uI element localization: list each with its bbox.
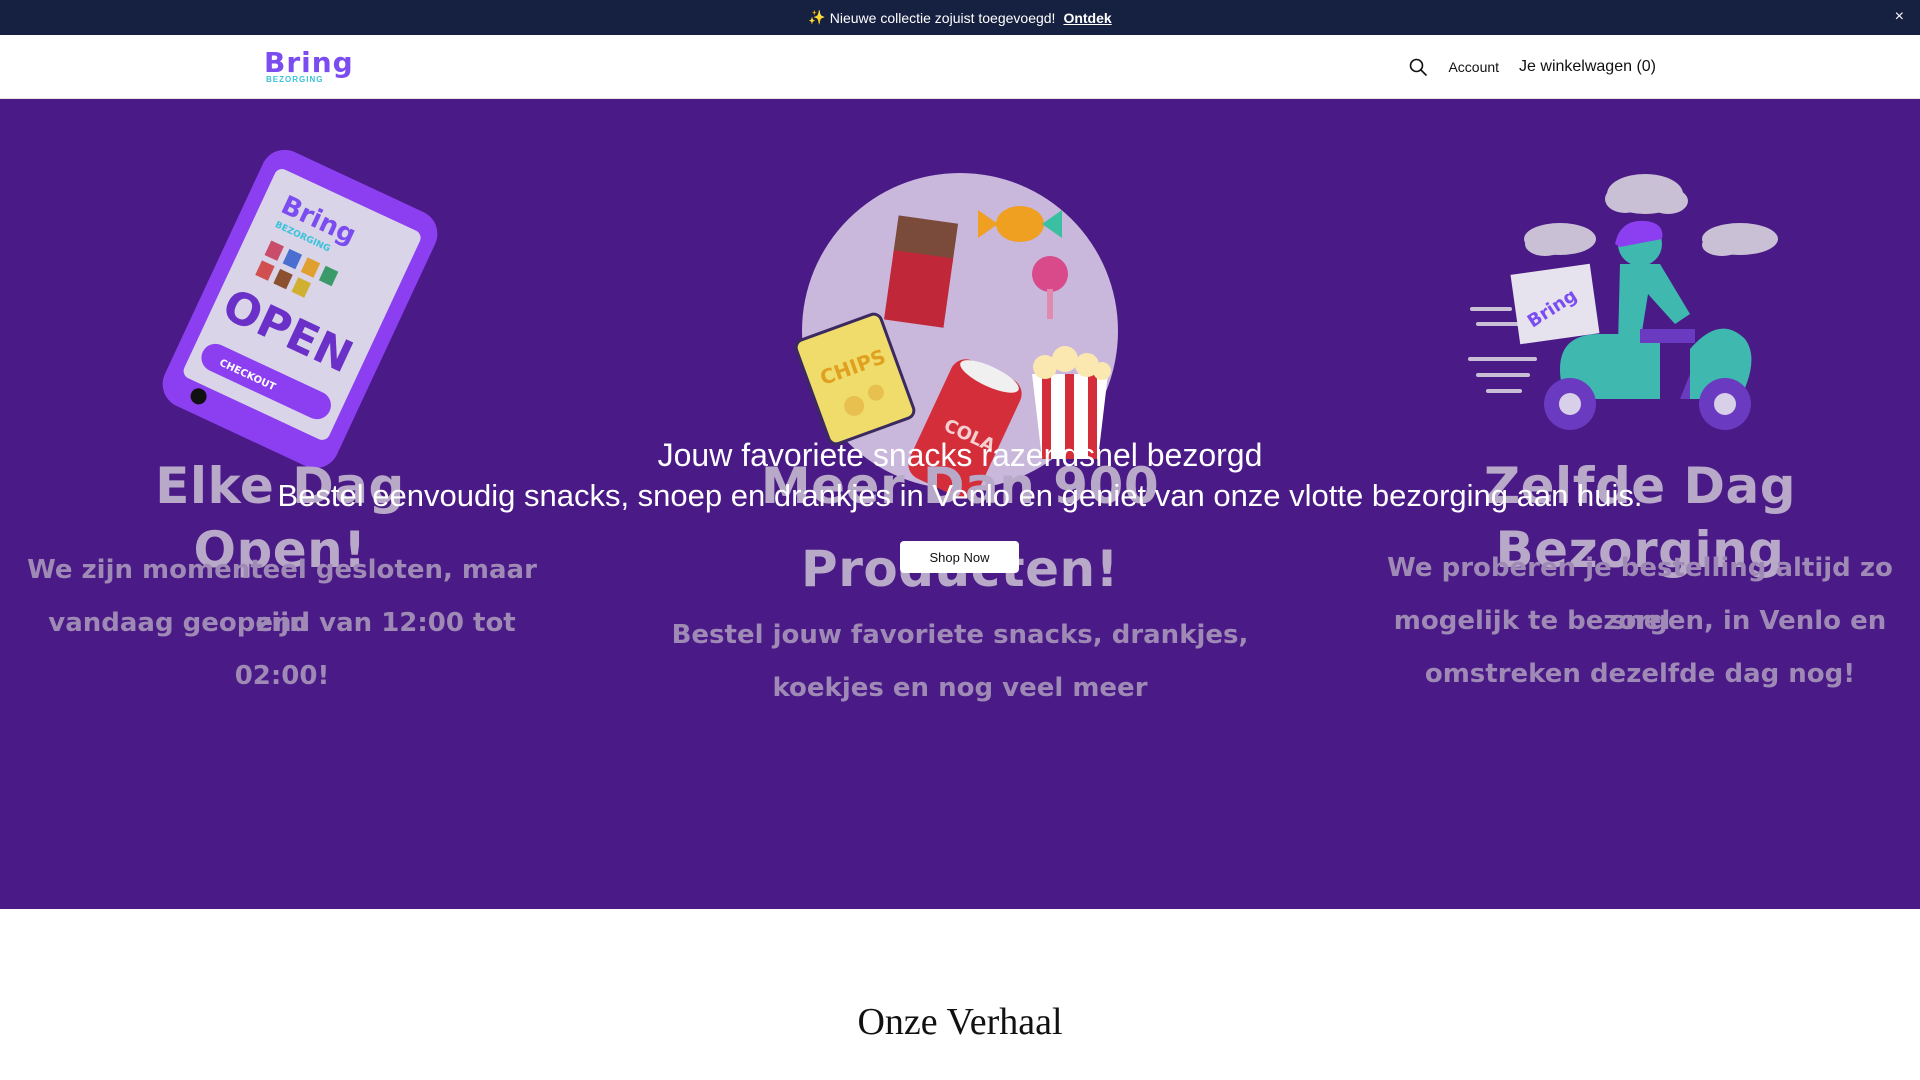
logo[interactable]: Bring BEZORGING <box>264 49 354 85</box>
header-actions: Account Je winkelwagen (0) <box>1408 35 1656 99</box>
close-icon[interactable]: × <box>1895 9 1904 25</box>
hero-subheading: Bestel eenvoudig snacks, snoep en drankj… <box>277 478 1643 513</box>
sparkle-icon: ✨ <box>808 9 826 25</box>
hero-heading: Jouw favoriete snacks razendsnel bezorgd <box>657 437 1263 473</box>
announcement-text: Nieuwe collectie zojuist toegevoegd! <box>829 9 1056 26</box>
logo-sub: BEZORGING <box>266 75 324 84</box>
shop-now-button[interactable]: Shop Now <box>900 541 1019 573</box>
account-link[interactable]: Account <box>1448 59 1499 75</box>
story-title: Onze Verhaal <box>857 1001 1063 1043</box>
site-header: Bring BEZORGING Account Je winkelwagen (… <box>0 35 1920 99</box>
feature-text-delivery-3: omstreken dezelfde dag nog! <box>1424 659 1856 689</box>
feature-text-open-2: vandaag geopend van 12:00 tot 02:00! <box>48 608 516 691</box>
feature-text-delivery-2: mogelijk te bezorgen, in Venlo en <box>1393 606 1887 636</box>
logo-word: Bring <box>264 46 354 79</box>
delivery-illustration: Bring <box>1468 174 1778 430</box>
cart-link[interactable]: Je winkelwagen (0) <box>1519 58 1656 76</box>
feature-text-products-2: koekjes en nog veel meer <box>772 673 1148 703</box>
feature-text-products-1: Bestel jouw favoriete snacks, drankjes, <box>671 620 1249 650</box>
phone-illustration: Bring BEZORGING OPEN CHECKOUT <box>162 149 438 469</box>
search-icon[interactable] <box>1408 57 1428 77</box>
announcement-bar: ✨ Nieuwe collectie zojuist toegevoegd! O… <box>0 0 1920 35</box>
announcement-link[interactable]: Ontdek <box>1063 10 1111 26</box>
hero-banner: Bring BEZORGING OPEN CHECKOUT CHIPS COLA… <box>0 99 1920 909</box>
